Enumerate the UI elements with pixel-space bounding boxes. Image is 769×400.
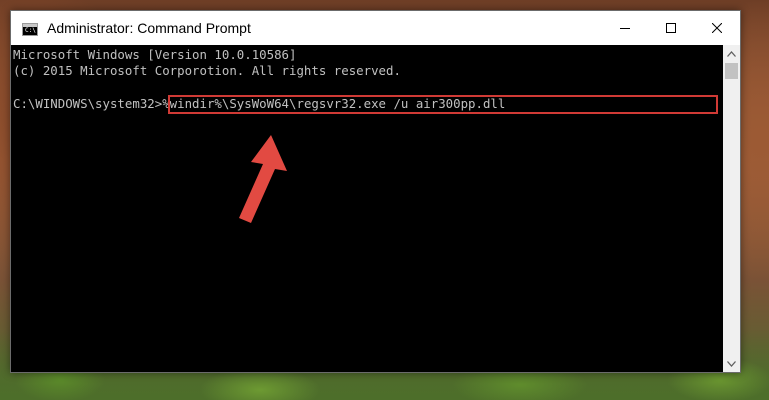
chevron-up-icon — [727, 50, 736, 57]
cmd-icon-glyph: C:\ — [25, 26, 36, 34]
scroll-up-button[interactable] — [723, 45, 740, 62]
scroll-down-button[interactable] — [723, 355, 740, 372]
console-line-copyright: (c) 2015 Microsoft Corporotion. All righ… — [13, 63, 401, 78]
maximize-icon — [666, 23, 676, 33]
window-controls — [602, 11, 740, 45]
chevron-down-icon — [727, 360, 736, 367]
minimize-icon — [620, 28, 630, 29]
close-button[interactable] — [694, 11, 740, 45]
red-arrow-icon — [239, 135, 287, 223]
scrollbar-thumb[interactable] — [725, 63, 738, 79]
command-highlight-box — [168, 95, 718, 114]
maximize-button[interactable] — [648, 11, 694, 45]
vertical-scrollbar[interactable] — [723, 45, 740, 372]
console-line-version: Microsoft Windows [Version 10.0.10586] — [13, 47, 297, 62]
close-icon — [712, 23, 722, 33]
cmd-icon[interactable]: C:\ — [22, 22, 38, 36]
console-output[interactable]: Microsoft Windows [Version 10.0.10586] (… — [11, 45, 723, 372]
window-title: Administrator: Command Prompt — [47, 20, 251, 36]
console-prompt: C:\WINDOWS\system32> — [13, 96, 163, 111]
title-bar[interactable]: C:\ Administrator: Command Prompt — [11, 11, 740, 45]
command-prompt-window: C:\ Administrator: Command Prompt Micros… — [10, 10, 741, 373]
minimize-button[interactable] — [602, 11, 648, 45]
